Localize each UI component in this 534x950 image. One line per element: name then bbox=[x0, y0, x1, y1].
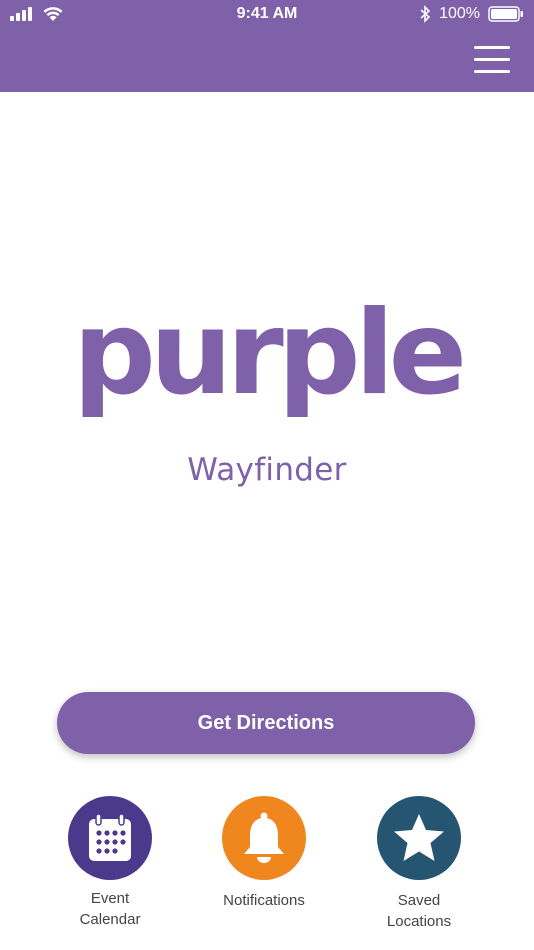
saved-locations-button[interactable]: Saved Locations bbox=[349, 796, 489, 932]
notifications-button[interactable]: Notifications bbox=[194, 796, 334, 911]
notifications-label: Notifications bbox=[223, 892, 305, 909]
saved-locations-circle bbox=[377, 796, 461, 880]
bluetooth-icon bbox=[420, 5, 431, 23]
app-header: 9:41 AM 100% bbox=[0, 0, 534, 92]
star-icon bbox=[394, 814, 444, 861]
status-bar: 9:41 AM 100% bbox=[0, 0, 534, 30]
battery-percent: 100% bbox=[439, 5, 480, 22]
notifications-circle bbox=[222, 796, 306, 880]
calendar-icon bbox=[89, 814, 131, 861]
purple-logo: purple bbox=[72, 286, 467, 421]
event-calendar-label: Event Calendar bbox=[79, 890, 141, 928]
event-calendar-circle bbox=[68, 796, 152, 880]
saved-locations-label: Saved Locations bbox=[386, 892, 452, 930]
battery-icon bbox=[488, 6, 523, 22]
hamburger-menu-icon[interactable] bbox=[474, 44, 510, 74]
get-directions-button[interactable]: Get Directions bbox=[57, 692, 475, 754]
event-calendar-button[interactable]: Event Calendar bbox=[40, 796, 180, 930]
bell-icon bbox=[244, 812, 284, 863]
app-subtitle: Wayfinder bbox=[187, 452, 347, 488]
